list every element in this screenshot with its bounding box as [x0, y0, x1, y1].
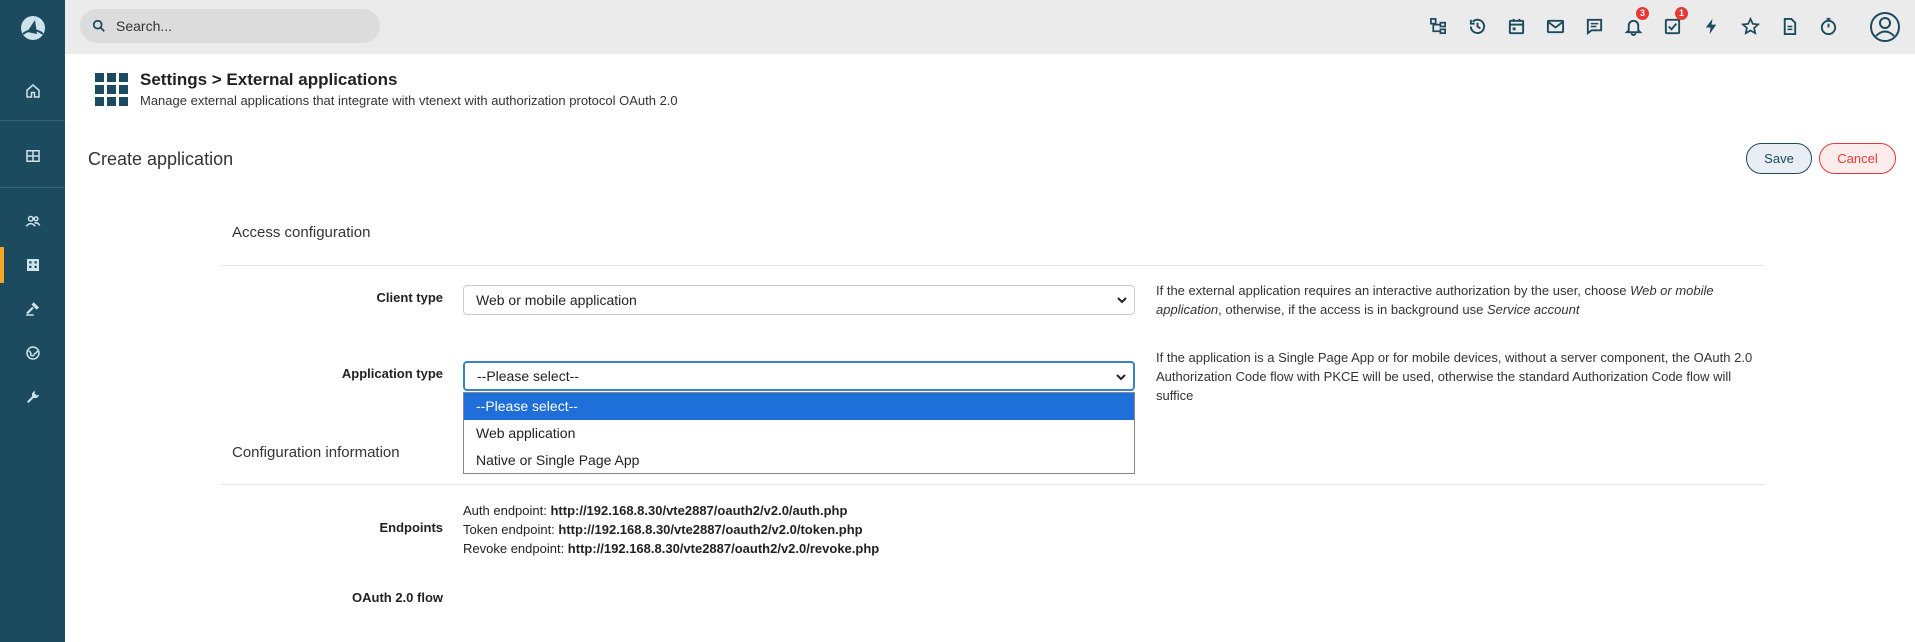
application-type-label: Application type [341, 366, 443, 381]
history-icon [1469, 18, 1485, 34]
page-subtitle: Manage external applications that integr… [140, 93, 678, 108]
sidebar-item-settings[interactable] [0, 375, 65, 419]
client-type-select[interactable]: Web or mobile application [463, 285, 1135, 315]
endpoints-list: Auth endpoint: http://192.168.8.30/vte28… [463, 501, 879, 558]
building-icon [26, 259, 39, 271]
documents-button[interactable] [1778, 15, 1800, 37]
favorites-button[interactable] [1739, 15, 1761, 37]
sidebar-item-users[interactable] [0, 199, 65, 243]
sidebar-item-home[interactable] [0, 69, 65, 113]
sidebar-separator [0, 187, 65, 188]
mail-icon [1546, 19, 1564, 33]
calendar-button[interactable] [1505, 15, 1527, 37]
sidebar-separator [0, 120, 65, 121]
document-icon [1783, 17, 1796, 35]
top-bar: 3 1 [65, 0, 1915, 54]
application-type-help: If the application is a Single Page App … [1156, 350, 1753, 403]
sidebar-item-organization[interactable] [0, 243, 65, 287]
form-title: Create application [88, 149, 234, 169]
chevron-down-icon [1116, 374, 1126, 381]
chat-button[interactable] [1583, 15, 1605, 37]
sidebar-item-modules[interactable] [0, 134, 65, 178]
cancel-button[interactable]: Cancel [1819, 143, 1896, 174]
star-icon [1740, 16, 1760, 35]
hierarchy-icon [1429, 17, 1446, 34]
search-input[interactable] [114, 17, 368, 35]
sidebar [0, 0, 65, 642]
mail-button[interactable] [1544, 15, 1566, 37]
application-type-value: --Please select-- [477, 368, 579, 384]
client-type-help: If the external application requires an … [1156, 283, 1714, 317]
divider [220, 265, 1765, 266]
timer-icon [1820, 17, 1836, 35]
apps-grid-icon [95, 73, 128, 106]
globe-icon [25, 346, 40, 360]
save-button[interactable]: Save [1746, 143, 1812, 174]
revoke-endpoint: Revoke endpoint: http://192.168.8.30/vte… [463, 541, 880, 556]
users-icon [25, 215, 40, 227]
config-section-title: Configuration information [232, 444, 400, 461]
notifications-button[interactable]: 3 [1622, 7, 1649, 37]
application-type-select[interactable]: --Please select-- [463, 361, 1135, 391]
hierarchy-button[interactable] [1427, 15, 1449, 37]
dropdown-option[interactable]: --Please select-- [464, 393, 1134, 420]
user-avatar-icon[interactable] [1869, 11, 1901, 43]
endpoints-label: Endpoints [379, 520, 443, 535]
application-type-dropdown: --Please select-- Web application Native… [463, 392, 1135, 474]
calendar-icon [1508, 18, 1524, 34]
search-icon [92, 19, 105, 32]
access-section-title: Access configuration [232, 224, 371, 241]
grid-icon [25, 150, 40, 162]
home-icon [25, 84, 40, 98]
wrench-icon [26, 391, 39, 403]
oauth-flow-label: OAuth 2.0 flow [352, 590, 443, 605]
page-title: Settings > External applications [140, 70, 398, 89]
search-box[interactable] [80, 9, 380, 43]
timer-button[interactable] [1817, 15, 1839, 37]
lightning-icon [1705, 18, 1716, 34]
chat-icon [1586, 18, 1602, 35]
dropdown-option[interactable]: Native or Single Page App [464, 447, 1134, 474]
client-type-value: Web or mobile application [476, 292, 637, 308]
notifications-badge: 3 [1636, 7, 1649, 20]
auth-endpoint: Auth endpoint: http://192.168.8.30/vte28… [463, 503, 848, 518]
tasks-badge: 1 [1675, 7, 1688, 20]
tasks-button[interactable]: 1 [1661, 7, 1688, 37]
logo-icon[interactable] [17, 12, 49, 44]
quick-actions-button[interactable] [1700, 15, 1722, 37]
token-endpoint: Token endpoint: http://192.168.8.30/vte2… [463, 522, 863, 537]
history-button[interactable] [1466, 15, 1488, 37]
chevron-down-icon [1117, 297, 1127, 304]
client-type-label: Client type [376, 290, 443, 305]
dropdown-option[interactable]: Web application [464, 420, 1134, 447]
divider [220, 484, 1765, 485]
